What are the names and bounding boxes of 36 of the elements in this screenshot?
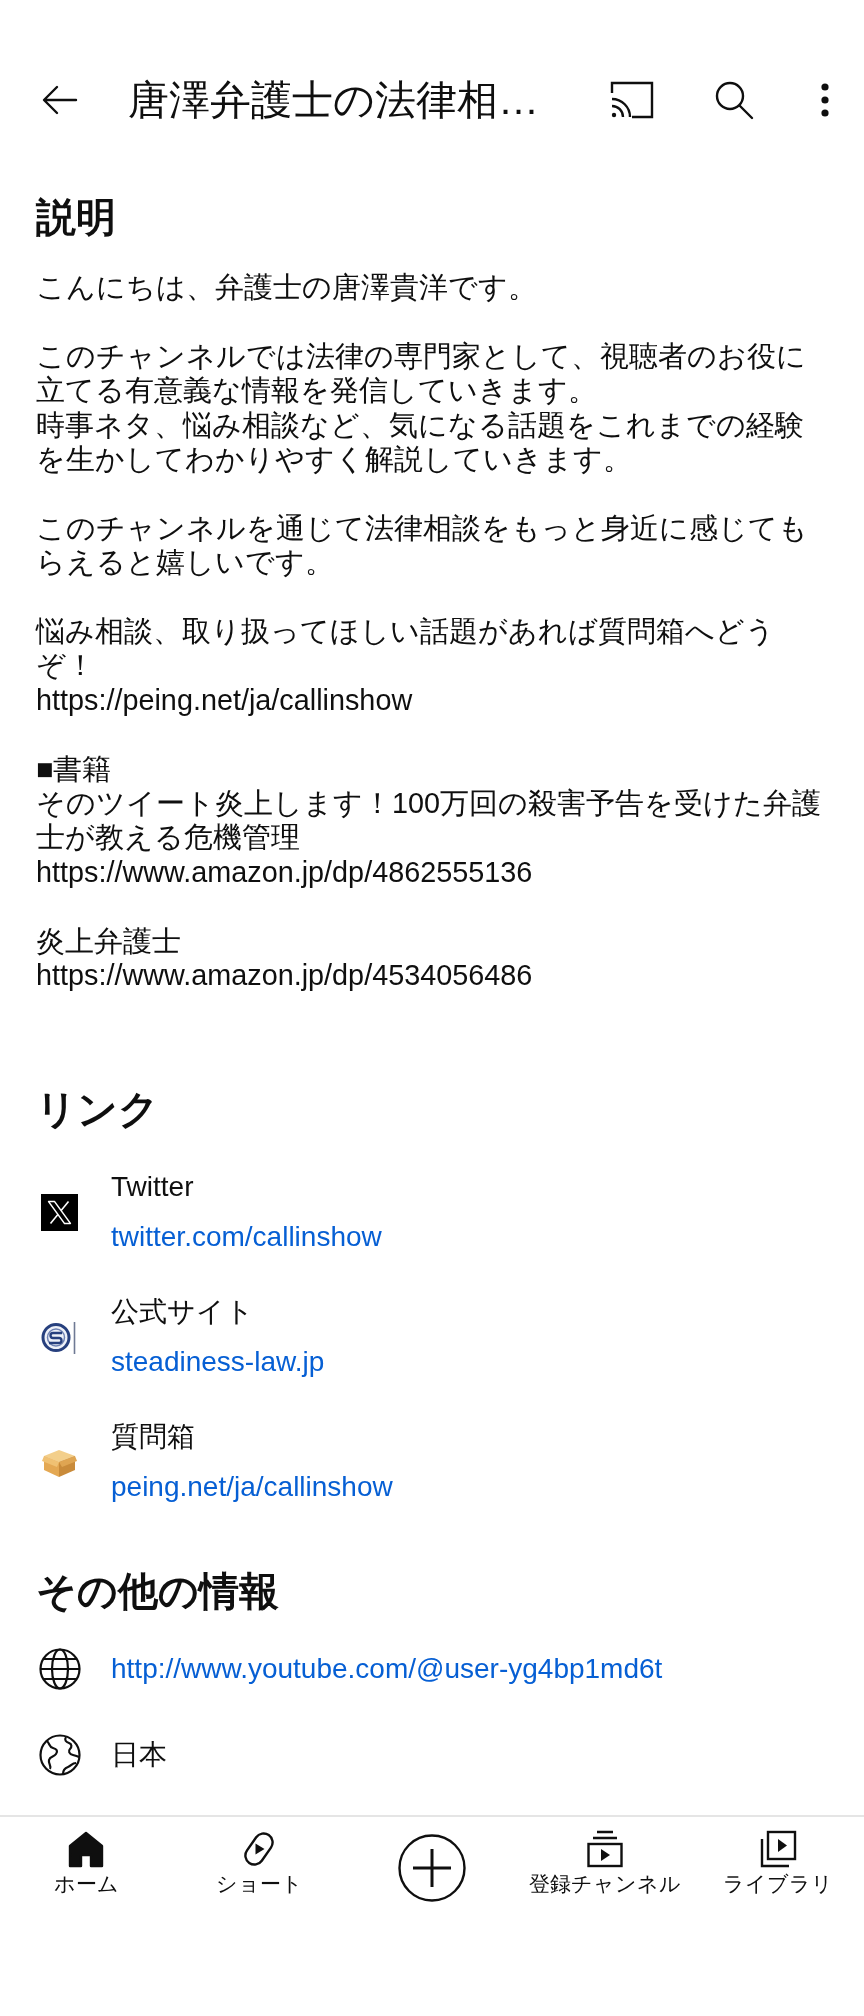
shorts-tab[interactable]: ショート [211, 1829, 307, 1897]
create-button[interactable] [398, 1834, 466, 1902]
link-url[interactable]: peing.net/ja/callinshow [111, 1467, 393, 1508]
description-text: こんにちは、弁護士の唐澤貴洋です。 [36, 270, 537, 305]
more-button[interactable] [821, 83, 829, 117]
description-text: https://peing.net/ja/callinshow [36, 682, 413, 718]
link-title: Twitter [111, 1170, 194, 1205]
cast-button[interactable] [610, 81, 654, 119]
section-heading: リンク [36, 1086, 159, 1134]
link-title: 公式サイト [111, 1295, 254, 1330]
x-logo-icon [41, 1193, 78, 1231]
description-text: このチャンネルでは法律の専門家として、視聴者のお役に立てる有意義な情報を発信していきます。 [36, 338, 807, 408]
globe-icon [39, 1648, 81, 1691]
cast-icon [610, 81, 654, 119]
home-tab[interactable]: ホーム [49, 1829, 123, 1897]
earth-icon [39, 1734, 81, 1777]
library-tab[interactable]: ライブラリ [718, 1829, 837, 1897]
search-button[interactable] [714, 80, 754, 120]
description-text: ■書籍 [36, 751, 112, 787]
more-icon [821, 83, 829, 117]
country-text: 日本 [111, 1738, 167, 1773]
channel-title: 唐澤弁護士の法律相… [128, 76, 539, 125]
link-title: 質問箱 [111, 1420, 195, 1455]
section-heading: 説明 [36, 194, 116, 241]
section-heading: その他の情報 [36, 1568, 279, 1616]
description-text: 悩み相談、取り扱ってほしい話題があれば質問箱へどうぞ！ [36, 614, 776, 683]
channel-url-link[interactable]: http://www.youtube.com/@user-yg4bp1md6t [111, 1649, 663, 1690]
description-text: 時事ネタ、悩み相談など、気になる話題をこれまでの経験を生かしてわかりやすく解説していきます。 [36, 407, 805, 477]
description-text: https://www.amazon.jp/dp/4534056486 [36, 958, 533, 993]
description-text: このチャンネルを通じて法律相談をもっと身近に感じてもらえると嬉しいです。 [36, 510, 809, 580]
subscriptions-tab[interactable]: 登録チャンネル [524, 1829, 685, 1897]
link-url[interactable]: twitter.com/callinshow [111, 1217, 382, 1258]
search-icon [714, 80, 754, 120]
description-text: 炎上弁護士 [36, 923, 181, 959]
link-url[interactable]: steadiness-law.jp [111, 1342, 325, 1383]
description-text: https://www.amazon.jp/dp/4862555136 [36, 854, 533, 890]
